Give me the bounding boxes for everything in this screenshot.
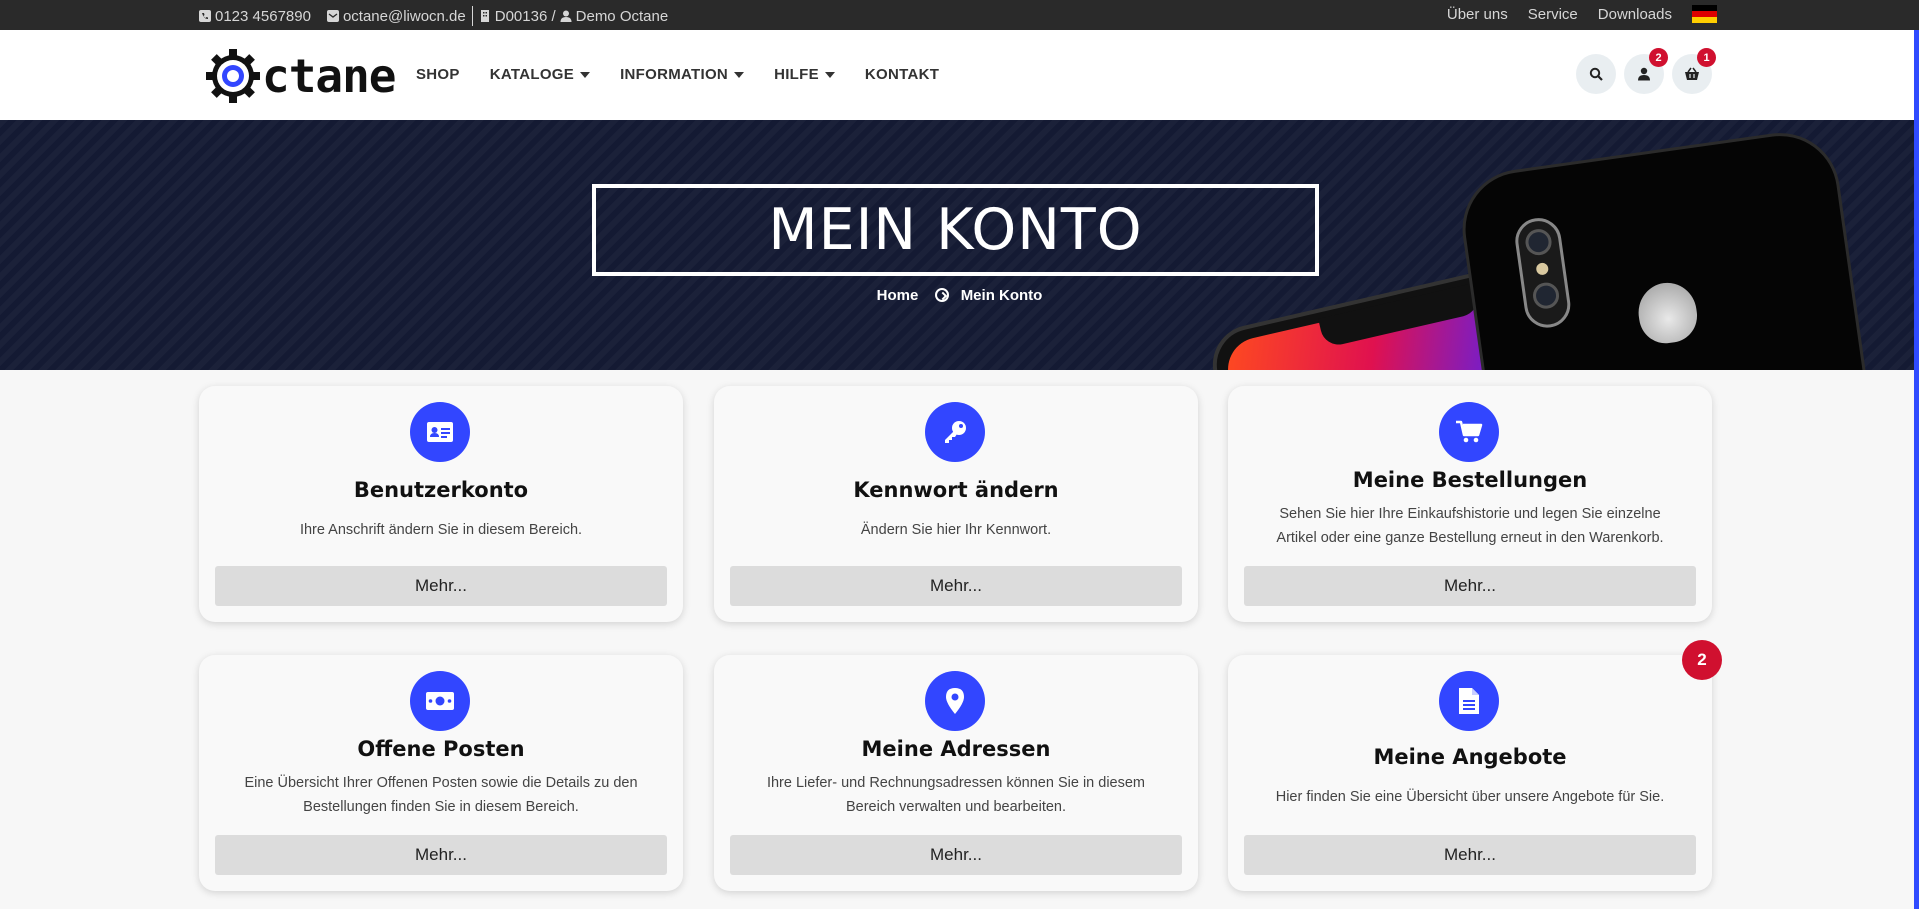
gear-logo-icon bbox=[206, 49, 260, 103]
email-info[interactable]: octane@liwocn.de bbox=[326, 8, 466, 25]
link-ueber-uns[interactable]: Über uns bbox=[1447, 6, 1508, 23]
user-name: Demo Octane bbox=[575, 7, 669, 25]
envelope-icon bbox=[326, 10, 339, 22]
cart-button[interactable]: 1 bbox=[1672, 48, 1716, 94]
page-title: MEIN KONTO bbox=[768, 197, 1143, 263]
card-description: Ihre Anschrift ändern Sie in diesem Bere… bbox=[299, 522, 583, 538]
contact-info: 0123 4567890 octane@liwocn.de D00136 / D… bbox=[199, 6, 668, 26]
document-icon bbox=[1439, 671, 1499, 731]
breadcrumb-home[interactable]: Home bbox=[877, 287, 919, 304]
bestellungen-more-button[interactable]: Mehr... bbox=[1244, 566, 1696, 606]
card-title: Benutzerkonto bbox=[353, 478, 529, 502]
map-marker-icon bbox=[925, 671, 985, 731]
card-angebote: Meine Angebote Hier finden Sie eine Über… bbox=[1228, 655, 1712, 891]
divider bbox=[471, 6, 473, 26]
card-description: Ihre Liefer- und Rechnungsadressen könne… bbox=[766, 775, 1146, 815]
card-offene-posten: Offene Posten Eine Übersicht Ihrer Offen… bbox=[199, 655, 683, 891]
nav-kontakt-label: KONTAKT bbox=[864, 66, 940, 83]
key-icon bbox=[925, 402, 985, 462]
email-address[interactable]: octane@liwocn.de bbox=[343, 8, 466, 25]
top-bar: 0123 4567890 octane@liwocn.de D00136 / D… bbox=[0, 0, 1919, 30]
phone-icon bbox=[199, 10, 211, 22]
nav-kataloge-label: KATALOGE bbox=[489, 66, 575, 83]
link-downloads[interactable]: Downloads bbox=[1598, 6, 1672, 23]
offene-posten-more-button[interactable]: Mehr... bbox=[215, 835, 667, 875]
nav-hilfe[interactable]: HILFE bbox=[774, 66, 835, 83]
customer-info: D00136 / bbox=[479, 8, 556, 25]
nav-shop-label: SHOP bbox=[416, 66, 460, 83]
card-title: Offene Posten bbox=[357, 737, 525, 761]
nav-kontakt[interactable]: KONTAKT bbox=[865, 66, 939, 83]
top-links: Über uns Service Downloads bbox=[1447, 5, 1717, 23]
hero-title-box: MEIN KONTO bbox=[592, 184, 1319, 276]
angebote-more-button[interactable]: Mehr... bbox=[1244, 835, 1696, 875]
cart-icon bbox=[1439, 402, 1499, 462]
nav-kataloge[interactable]: KATALOGE bbox=[489, 66, 591, 83]
nav-information[interactable]: INFORMATION bbox=[620, 66, 745, 83]
kennwort-more-button[interactable]: Mehr... bbox=[730, 566, 1182, 606]
card-description: Eine Übersicht Ihrer Offenen Posten sowi… bbox=[244, 775, 638, 815]
cart-badge: 1 bbox=[1697, 48, 1716, 67]
flag-de-icon[interactable] bbox=[1692, 5, 1717, 23]
nav-shop[interactable]: SHOP bbox=[416, 66, 460, 83]
customer-number: D00136 / bbox=[494, 7, 556, 25]
account-badge: 2 bbox=[1649, 48, 1668, 67]
money-icon bbox=[410, 671, 470, 731]
breadcrumb-current: Mein Konto bbox=[960, 287, 1043, 304]
phone-info: 0123 4567890 bbox=[199, 8, 311, 25]
hero-banner: MEIN KONTO Home Mein Konto bbox=[0, 120, 1919, 370]
user-icon bbox=[1638, 67, 1650, 81]
card-adressen: Meine Adressen Ihre Liefer- und Rechnung… bbox=[714, 655, 1198, 891]
card-description: Hier finden Sie eine Übersicht über unse… bbox=[1275, 789, 1665, 805]
main-nav: SHOP KATALOGE INFORMATION HILFE KONTAKT bbox=[416, 66, 939, 83]
card-bestellungen: Meine Bestellungen Sehen Sie hier Ihre E… bbox=[1228, 386, 1712, 622]
logo-text: ctane bbox=[262, 49, 396, 103]
card-title: Kennwort ändern bbox=[853, 478, 1059, 502]
card-title: Meine Adressen bbox=[861, 737, 1051, 761]
card-benutzerkonto: Benutzerkonto Ihre Anschrift ändern Sie … bbox=[199, 386, 683, 622]
logo[interactable]: ctane bbox=[206, 48, 396, 104]
account-button[interactable]: 2 bbox=[1624, 48, 1668, 94]
main-header: ctane SHOP KATALOGE INFORMATION HILFE KO… bbox=[0, 30, 1919, 120]
user-info: Demo Octane bbox=[560, 7, 669, 25]
card-title: Meine Bestellungen bbox=[1352, 468, 1588, 492]
search-icon bbox=[1589, 67, 1603, 81]
search-button[interactable] bbox=[1576, 54, 1616, 94]
caret-down-icon bbox=[580, 71, 591, 78]
phone-number: 0123 4567890 bbox=[215, 7, 311, 25]
caret-down-icon bbox=[824, 71, 835, 78]
card-description: Ändern Sie hier Ihr Kennwort. bbox=[860, 522, 1052, 538]
id-card-icon bbox=[410, 402, 470, 462]
card-title: Meine Angebote bbox=[1373, 745, 1567, 769]
basket-icon bbox=[1685, 67, 1699, 80]
user-icon bbox=[560, 10, 572, 22]
benutzerkonto-more-button[interactable]: Mehr... bbox=[215, 566, 667, 606]
angebote-count-badge: 2 bbox=[1682, 640, 1722, 680]
card-kennwort: Kennwort ändern Ändern Sie hier Ihr Kenn… bbox=[714, 386, 1198, 622]
card-description: Sehen Sie hier Ihre Einkaufshistorie und… bbox=[1276, 506, 1664, 546]
adressen-more-button[interactable]: Mehr... bbox=[730, 835, 1182, 875]
scrollbar[interactable] bbox=[1914, 30, 1919, 909]
nav-hilfe-label: HILFE bbox=[774, 66, 819, 83]
caret-down-icon bbox=[734, 71, 745, 78]
building-icon bbox=[480, 10, 489, 22]
breadcrumb: Home Mein Konto bbox=[0, 287, 1919, 304]
phone-back-image bbox=[1454, 125, 1882, 370]
chevron-right-circle-icon bbox=[934, 288, 949, 302]
link-service[interactable]: Service bbox=[1528, 6, 1578, 23]
nav-information-label: INFORMATION bbox=[620, 66, 729, 83]
